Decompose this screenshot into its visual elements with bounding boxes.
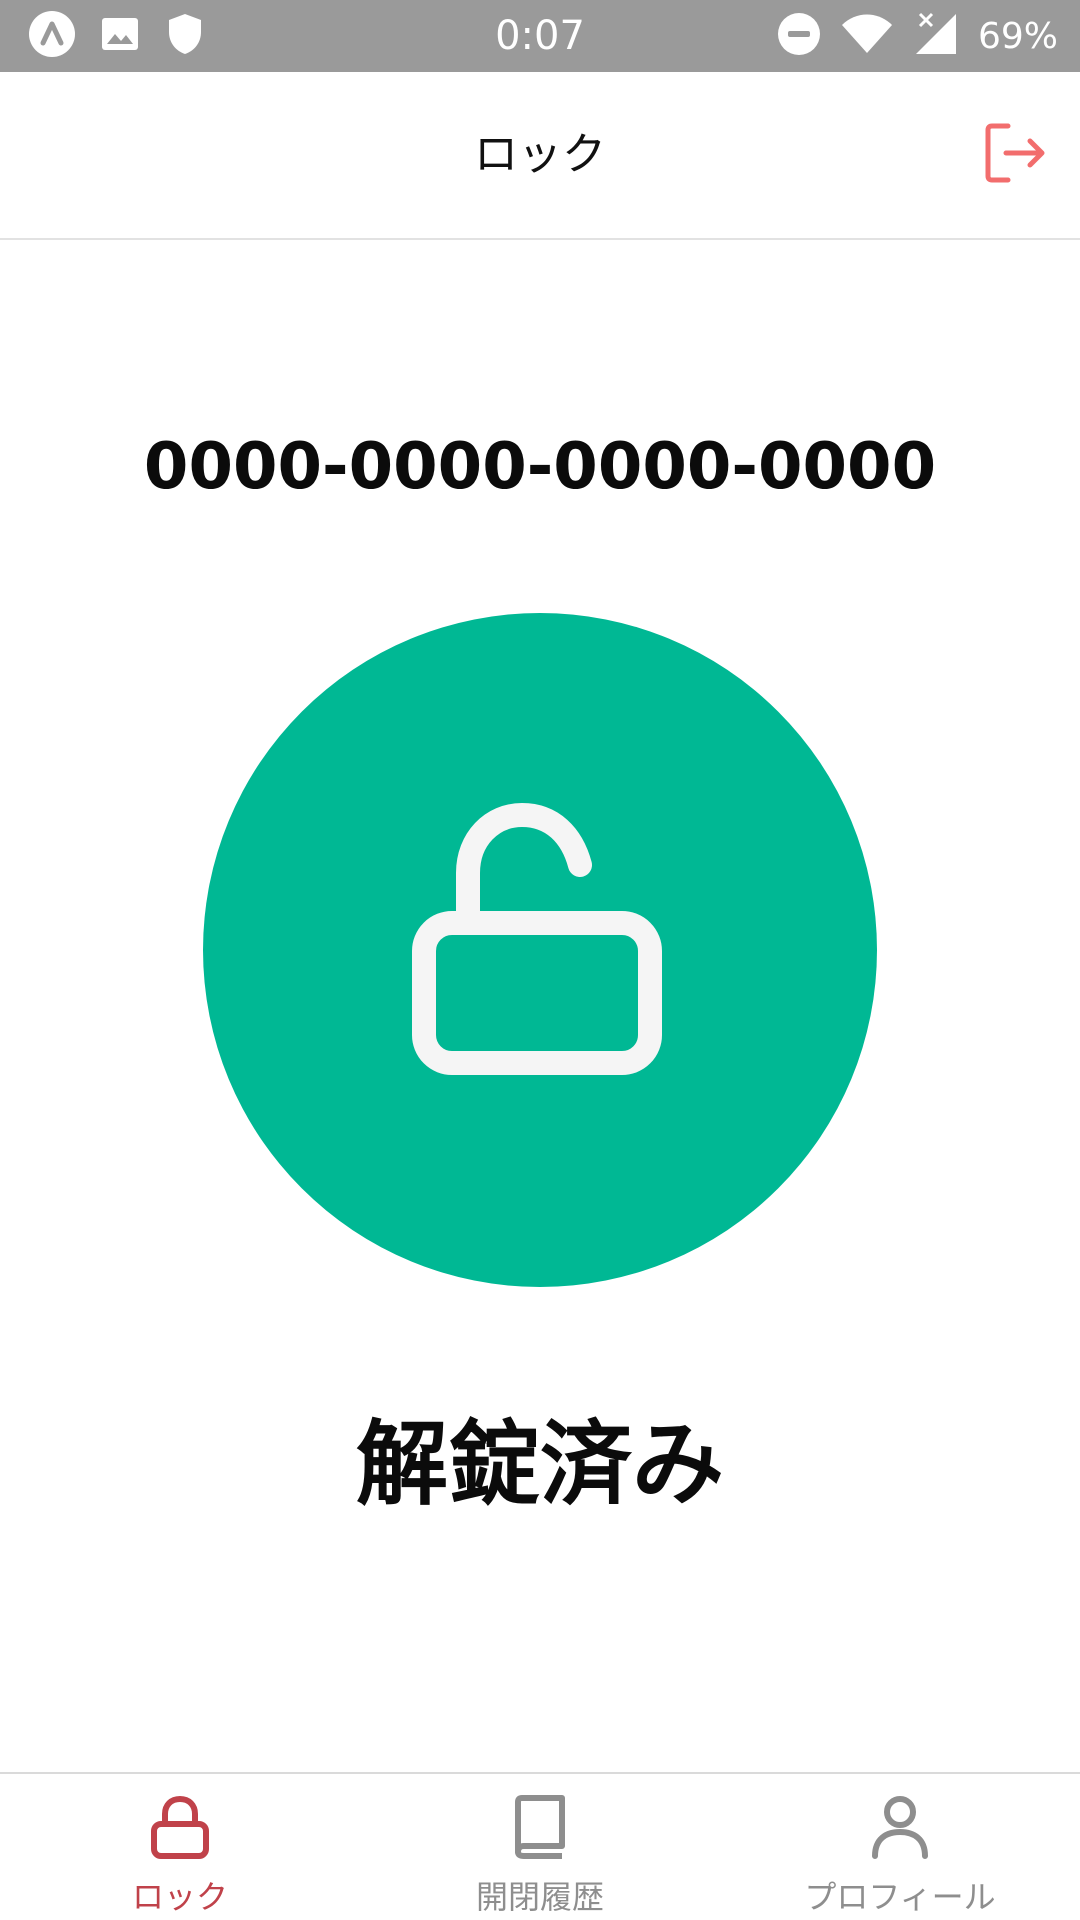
unlocked-padlock-icon: [410, 802, 670, 1097]
nav-item-history[interactable]: 開閉履歴: [360, 1774, 720, 1920]
signal-icon: [912, 10, 960, 62]
lock-icon: [145, 1792, 215, 1862]
logout-button[interactable]: [980, 120, 1050, 190]
nav-label-lock: ロック: [131, 1878, 228, 1916]
status-right-icons: 69%: [776, 12, 1058, 60]
app-header: ロック: [0, 72, 1080, 240]
logout-icon: [982, 120, 1048, 190]
wifi-icon: [840, 11, 894, 61]
app-screen: 0:07 69% ロック 0000-0000-0000-0000 解錠済み ロッ…: [0, 0, 1080, 1920]
nav-item-profile[interactable]: プロフィール: [720, 1774, 1080, 1920]
lock-status-text: 解錠済み: [355, 1411, 724, 1518]
book-icon: [505, 1792, 575, 1862]
lock-toggle-button[interactable]: [203, 613, 877, 1287]
nav-item-lock[interactable]: ロック: [0, 1774, 360, 1920]
device-id: 0000-0000-0000-0000: [143, 430, 937, 504]
nav-label-history: 開閉履歴: [475, 1878, 604, 1916]
user-icon: [865, 1792, 935, 1862]
nav-label-profile: プロフィール: [804, 1878, 996, 1916]
battery-percent: 69%: [977, 15, 1058, 57]
status-bar: 0:07 69%: [0, 0, 1080, 72]
page-title: ロック: [474, 129, 606, 180]
dnd-icon: [776, 11, 822, 61]
bottom-navigation: ロック 開閉履歴 プロフィール: [0, 1772, 1080, 1920]
